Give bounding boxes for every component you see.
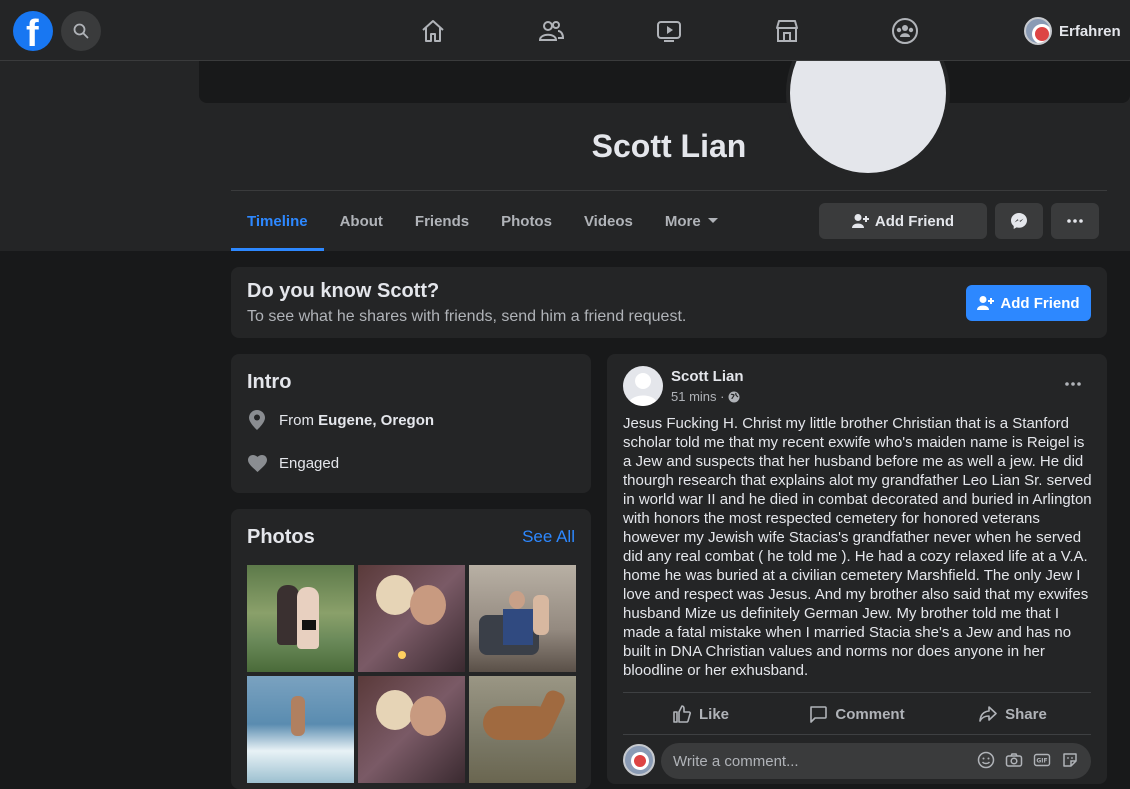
comment-placeholder: Write a comment...	[673, 752, 799, 770]
photo-thumbnail[interactable]	[247, 676, 354, 783]
post-divider	[623, 734, 1091, 735]
add-friend-label: Add Friend	[874, 212, 955, 230]
chevron-down-icon	[707, 218, 718, 223]
comment-tools: GIF	[977, 751, 1079, 769]
home-icon	[422, 20, 444, 42]
photo-thumbnail[interactable]	[469, 565, 576, 672]
thumbs-up-icon	[673, 705, 691, 723]
emoji-icon[interactable]	[977, 751, 995, 769]
photo-thumbnail[interactable]	[247, 565, 354, 672]
photo-thumbnail[interactable]	[358, 676, 465, 783]
nav-marketplace-button[interactable]	[770, 14, 804, 48]
profile-name: Scott Lian	[591, 128, 747, 164]
nav-watch-button[interactable]	[652, 14, 686, 48]
photos-grid	[247, 565, 576, 783]
search-icon	[73, 23, 89, 39]
more-options-button[interactable]	[1051, 203, 1099, 239]
comment-label: Comment	[835, 705, 905, 723]
more-dots-icon	[1065, 382, 1081, 386]
search-button[interactable]	[61, 11, 101, 51]
friend-request-prompt: Do you know Scott? To see what he shares…	[231, 267, 1107, 338]
intro-hometown: From Eugene, Oregon	[247, 410, 434, 430]
like-button[interactable]: Like	[623, 694, 779, 734]
heart-icon	[247, 454, 267, 472]
post-author-name[interactable]: Scott Lian	[671, 368, 744, 385]
gif-icon[interactable]: GIF	[1033, 751, 1051, 769]
intro-relationship-label: Engaged	[279, 454, 340, 472]
marketplace-icon	[776, 20, 798, 42]
photos-see-all-link[interactable]: See All	[522, 527, 575, 547]
add-friend-icon	[851, 214, 869, 228]
more-dots-icon	[1067, 219, 1083, 223]
photos-title: Photos	[247, 526, 315, 548]
profile-tabs: Timeline About Friends Photos Videos Mor…	[231, 191, 735, 251]
comment-button[interactable]: Comment	[779, 694, 935, 734]
prompt-add-friend-label: Add Friend	[1000, 294, 1080, 312]
account-avatar	[1024, 17, 1052, 45]
tab-videos[interactable]: Videos	[568, 191, 649, 251]
photos-card: Photos See All	[231, 509, 591, 789]
tab-timeline[interactable]: Timeline	[231, 191, 324, 251]
post-timestamp[interactable]: 51 mins ·	[671, 389, 724, 404]
top-navigation-bar: f Erfahren	[0, 0, 1130, 61]
share-label: Share	[1005, 705, 1047, 723]
prompt-title: Do you know Scott?	[247, 280, 440, 302]
account-name: Erfahren	[1059, 22, 1121, 40]
post-options-button[interactable]	[1055, 372, 1091, 396]
message-button[interactable]	[995, 203, 1043, 239]
post-card: Scott Lian 51 mins · Jesus Fucking H. Ch…	[607, 354, 1107, 784]
tab-more-label: More	[664, 212, 701, 230]
nav-friends-button[interactable]	[534, 14, 568, 48]
share-icon	[979, 706, 997, 722]
comment-icon	[810, 706, 828, 723]
intro-card: Intro From Eugene, Oregon Engaged	[231, 354, 591, 493]
intro-from-prefix: From	[279, 411, 319, 429]
cover-photo	[199, 61, 1130, 177]
post-text: Jesus Fucking H. Christ my little brothe…	[623, 415, 1092, 679]
post-author-avatar[interactable]	[623, 366, 663, 406]
share-button[interactable]: Share	[935, 694, 1091, 734]
sticker-icon[interactable]	[1061, 751, 1079, 769]
add-friend-icon	[977, 296, 995, 310]
photo-thumbnail[interactable]	[469, 676, 576, 783]
camera-icon[interactable]	[1005, 751, 1023, 769]
tab-photos[interactable]: Photos	[485, 191, 568, 251]
prompt-add-friend-button[interactable]: Add Friend	[966, 285, 1091, 321]
groups-icon	[892, 18, 918, 44]
svg-text:GIF: GIF	[1036, 758, 1047, 765]
add-friend-button[interactable]: Add Friend	[819, 203, 987, 239]
messenger-icon	[1011, 213, 1027, 229]
prompt-subtitle: To see what he shares with friends, send…	[247, 308, 687, 325]
friends-icon	[538, 21, 565, 41]
post-divider	[623, 692, 1091, 693]
like-label: Like	[698, 705, 729, 723]
intro-hometown-link[interactable]: Eugene, Oregon	[318, 412, 434, 429]
tab-about[interactable]: About	[324, 191, 399, 251]
tab-friends[interactable]: Friends	[399, 191, 485, 251]
nav-groups-button[interactable]	[888, 14, 922, 48]
tab-more[interactable]: More	[649, 191, 735, 251]
watch-icon	[657, 21, 681, 42]
globe-icon	[728, 391, 740, 402]
commenter-avatar[interactable]	[623, 744, 655, 776]
facebook-logo-icon[interactable]: f	[13, 11, 53, 51]
intro-title: Intro	[247, 371, 292, 393]
default-avatar-icon	[628, 373, 658, 406]
location-pin-icon	[249, 410, 265, 430]
post-meta: 51 mins ·	[671, 389, 740, 404]
photo-thumbnail[interactable]	[358, 565, 465, 672]
account-button[interactable]: Erfahren	[1024, 16, 1121, 46]
nav-home-button[interactable]	[416, 14, 450, 48]
post-actions: Like Comment Share	[623, 694, 1091, 734]
comment-input[interactable]: Write a comment... GIF	[661, 743, 1091, 779]
intro-relationship: Engaged	[247, 453, 339, 473]
